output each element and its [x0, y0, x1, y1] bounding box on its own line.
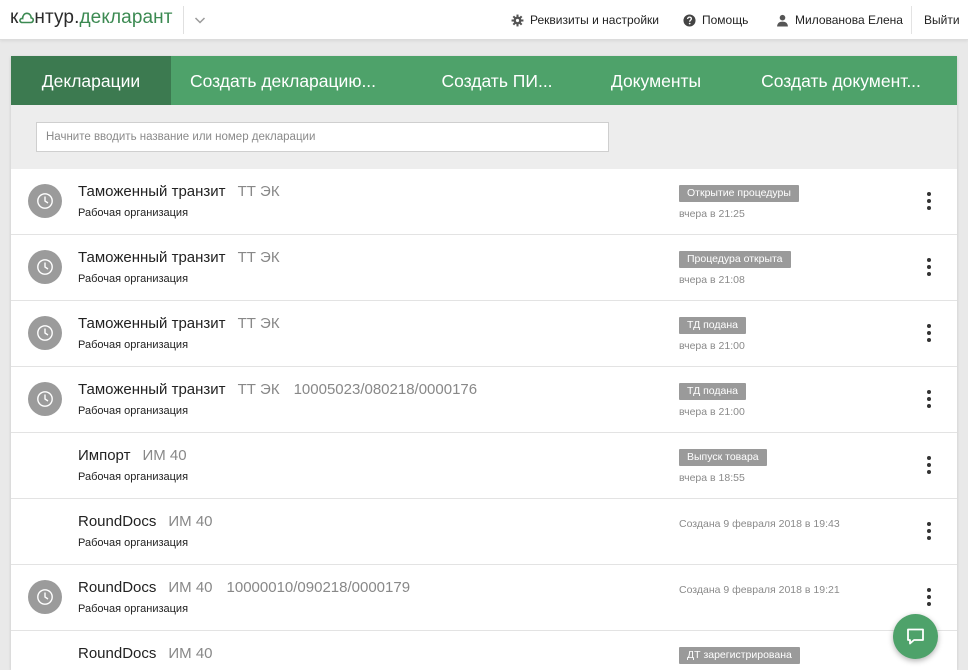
declaration-kind: ИМ 40	[168, 645, 213, 662]
declaration-kind: ТТ ЭК	[237, 315, 280, 332]
more-vertical-icon[interactable]	[924, 258, 934, 278]
organization-name: Рабочая организация	[78, 273, 189, 285]
declaration-title: Импорт ИМ 40	[78, 447, 187, 464]
declaration-title: RoundDocs ИМ 40	[78, 513, 213, 530]
declaration-kind: ИМ 40	[142, 447, 187, 464]
organization-name: Рабочая организация	[78, 471, 189, 483]
timestamp: Создана 9 февраля 2018 в 19:43	[679, 518, 840, 530]
declaration-kind: ТТ ЭК	[237, 249, 280, 266]
tab-create-declaration[interactable]: Создать декларацию...	[171, 56, 395, 105]
status-badge: ТД подана	[679, 383, 746, 400]
declaration-title: Таможенный транзит ТТ ЭК 10005023/080218/0…	[78, 381, 477, 398]
chevron-down-icon	[194, 17, 206, 24]
declaration-title: Таможенный транзит ТТ ЭК	[78, 315, 280, 332]
declaration-number: 10000010/090218/0000179	[226, 579, 411, 596]
tab-declarations[interactable]: Декларации	[11, 56, 171, 105]
list-item[interactable]: Импорт ИМ 40 Рабочая организация Выпуск т…	[11, 433, 957, 499]
product-menu-toggle[interactable]	[191, 11, 209, 29]
support-chat-button[interactable]	[893, 614, 938, 659]
logout-label: Выйти	[924, 13, 960, 27]
user-name: Милованова Елена	[795, 13, 903, 27]
declaration-title: RoundDocs ИМ 40	[78, 645, 213, 662]
organization-name: Рабочая организация	[78, 603, 189, 615]
list-item[interactable]: Таможенный транзит ТТ ЭК Рабочая организа…	[11, 301, 957, 367]
timestamp: вчера в 21:00	[679, 406, 745, 418]
more-vertical-icon[interactable]	[924, 522, 934, 542]
organization-name: Рабочая организация	[78, 537, 189, 549]
clock-icon	[28, 250, 62, 284]
declaration-search-input[interactable]	[36, 122, 609, 152]
logo-prefix: к	[10, 7, 19, 28]
chat-bubble-icon	[907, 628, 924, 645]
logo-middle: нтур	[34, 7, 75, 28]
clock-icon	[28, 316, 62, 350]
declaration-kind: ТТ ЭК	[237, 381, 280, 398]
clock-icon	[28, 382, 62, 416]
declaration-name: Таможенный транзит	[78, 183, 226, 200]
tab-create-pi[interactable]: Создать ПИ...	[425, 56, 569, 105]
gear-icon	[511, 14, 524, 26]
list-item[interactable]: RoundDocs ИМ 40 ДТ зарегистрирована	[11, 631, 957, 670]
list-item[interactable]: Таможенный транзит ТТ ЭК Рабочая организа…	[11, 169, 957, 235]
more-vertical-icon[interactable]	[924, 390, 934, 410]
list-item[interactable]: Таможенный транзит ТТ ЭК Рабочая организа…	[11, 235, 957, 301]
declaration-number: 10005023/080218/0000176	[293, 381, 478, 398]
clock-icon	[28, 184, 62, 218]
organization-name: Рабочая организация	[78, 405, 189, 417]
organization-name: Рабочая организация	[78, 339, 189, 351]
settings-label: Реквизиты и настройки	[530, 13, 659, 27]
declaration-kind: ТТ ЭК	[237, 183, 280, 200]
user-profile-link[interactable]: Милованова Елена	[776, 0, 903, 40]
more-vertical-icon[interactable]	[924, 588, 934, 608]
timestamp: Создана 9 февраля 2018 в 19:21	[679, 584, 840, 596]
declaration-name: Таможенный транзит	[78, 315, 226, 332]
list-item[interactable]: RoundDocs ИМ 40 10000010/090218/0000179 Ра…	[11, 565, 957, 631]
tab-documents[interactable]: Документы	[591, 56, 721, 105]
list-item[interactable]: RoundDocs ИМ 40 Рабочая организация Созда…	[11, 499, 957, 565]
declaration-kind: ИМ 40	[168, 579, 213, 596]
logout-divider	[911, 6, 912, 34]
status-badge: Выпуск товара	[679, 449, 767, 466]
header-divider	[183, 6, 184, 34]
help-label: Помощь	[702, 13, 749, 27]
more-vertical-icon[interactable]	[924, 324, 934, 344]
declaration-title: Таможенный транзит ТТ ЭК	[78, 249, 280, 266]
declaration-name: Таможенный транзит	[78, 381, 226, 398]
more-vertical-icon[interactable]	[924, 192, 934, 212]
declaration-name: RoundDocs	[78, 645, 157, 662]
user-icon	[777, 14, 788, 27]
declaration-name: Таможенный транзит	[78, 249, 226, 266]
top-header: к нтур.декларант Реквизиты и настройки По…	[0, 0, 968, 40]
kontur-declarant-logo[interactable]: к нтур.декларант	[10, 7, 173, 29]
status-badge: ТД подана	[679, 317, 746, 334]
settings-link[interactable]: Реквизиты и настройки	[511, 0, 659, 40]
clock-icon	[28, 580, 62, 614]
organization-name: Рабочая организация	[78, 207, 189, 219]
declaration-title: Таможенный транзит ТТ ЭК	[78, 183, 280, 200]
more-vertical-icon[interactable]	[924, 456, 934, 476]
timestamp: вчера в 21:08	[679, 274, 745, 286]
main-tabs: Декларации Создать декларацию... Создать…	[11, 56, 957, 105]
search-area	[11, 105, 957, 169]
timestamp: вчера в 21:00	[679, 340, 745, 352]
tab-create-document[interactable]: Создать документ...	[741, 56, 941, 105]
declarations-panel: Декларации Создать декларацию... Создать…	[11, 56, 957, 670]
timestamp: вчера в 18:55	[679, 472, 745, 484]
declaration-name: Импорт	[78, 447, 131, 464]
logo-cloud-icon	[19, 12, 34, 24]
status-badge: Открытие процедуры	[679, 185, 799, 202]
declaration-kind: ИМ 40	[168, 513, 213, 530]
help-link[interactable]: Помощь	[683, 0, 748, 40]
logout-link[interactable]: Выйти	[924, 0, 960, 40]
list-item[interactable]: Таможенный транзит ТТ ЭК 10005023/080218/0…	[11, 367, 957, 433]
declaration-title: RoundDocs ИМ 40 10000010/090218/0000179	[78, 579, 410, 596]
status-badge: ДТ зарегистрирована	[679, 647, 800, 664]
declaration-name: RoundDocs	[78, 513, 157, 530]
logo-suffix: декларант	[79, 7, 173, 28]
help-circle-icon	[683, 13, 696, 27]
declaration-name: RoundDocs	[78, 579, 157, 596]
timestamp: вчера в 21:25	[679, 208, 745, 220]
status-badge: Процедура открыта	[679, 251, 791, 268]
